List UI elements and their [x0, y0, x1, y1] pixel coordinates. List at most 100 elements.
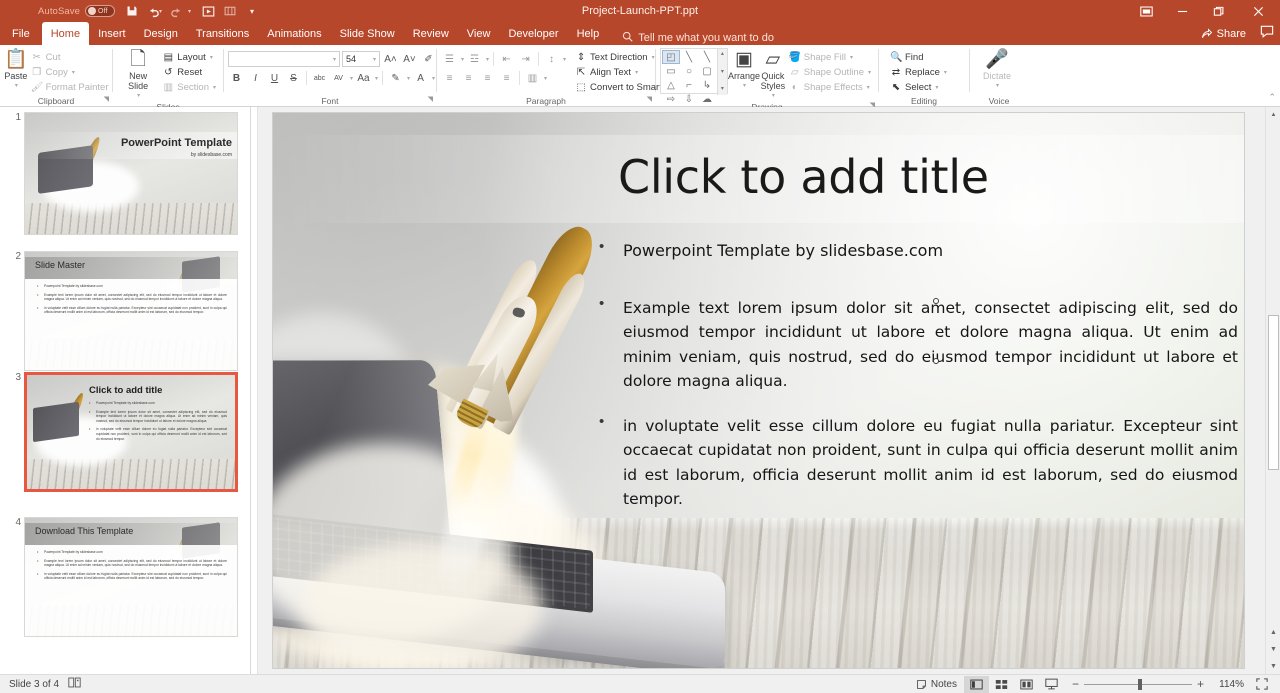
slide-body-placeholder[interactable]: Powerpoint Template by slidesbase.comExa… — [593, 239, 1238, 532]
chevron-down-icon[interactable]: ▾ — [743, 81, 746, 91]
change-case-icon[interactable]: Aa — [355, 70, 372, 86]
shapes-gallery-scroll[interactable]: ▴▾▾ — [717, 49, 727, 95]
tell-me-box[interactable]: Tell me what you want to do — [622, 31, 774, 45]
zoom-in-icon[interactable]: + — [1197, 677, 1204, 691]
slide-sorter-button[interactable] — [989, 676, 1014, 693]
cut-button[interactable]: ✂Cut — [28, 50, 112, 64]
chevron-down-icon[interactable]: ▾ — [486, 56, 489, 63]
tab-file[interactable]: File — [0, 22, 42, 45]
scroll-up-arrow[interactable]: ▲ — [1266, 107, 1280, 122]
slide-title-placeholder[interactable]: Click to add title — [618, 151, 1238, 203]
line-spacing-icon[interactable]: ↕ — [543, 51, 560, 67]
scrollbar-thumb[interactable] — [1268, 315, 1279, 470]
font-name-combobox[interactable]: ▾ — [228, 51, 340, 67]
dialog-launcher-icon[interactable]: ◥ — [104, 94, 109, 106]
chevron-down-icon[interactable]: ▾ — [461, 56, 464, 63]
new-button[interactable]: 🗋NewSlide▾ — [117, 48, 159, 101]
dialog-launcher-icon[interactable]: ◥ — [647, 94, 652, 106]
reading-view-button[interactable] — [1014, 676, 1039, 693]
tab-animations[interactable]: Animations — [258, 22, 330, 45]
tab-home[interactable]: Home — [42, 22, 89, 45]
chevron-down-icon[interactable]: ▾ — [333, 56, 336, 63]
shape-item[interactable]: ╲ — [698, 50, 716, 64]
shape-outline-button[interactable]: ▱Shape Outline▾ — [786, 65, 874, 79]
redo-dropdown-icon[interactable]: ▾ — [188, 8, 191, 15]
dictate-button[interactable]: 🎤Dictate▾ — [974, 48, 1020, 91]
gallery-scroll-arrow[interactable]: ▴ — [718, 49, 727, 60]
justify-icon[interactable]: ≡ — [498, 70, 515, 86]
paste-button[interactable]: 📋Paste▾ — [4, 48, 28, 91]
chevron-down-icon[interactable]: ▾ — [772, 91, 775, 101]
minimize-icon[interactable] — [1164, 0, 1200, 22]
decrease-font-size-icon[interactable]: A˅ — [401, 51, 418, 67]
chevron-down-icon[interactable]: ▾ — [652, 54, 655, 61]
reset-button[interactable]: ↺Reset — [159, 65, 219, 79]
slide-thumbnail-3[interactable]: Click to add title•Powerpoint Template b… — [24, 372, 238, 492]
chevron-down-icon[interactable]: ▾ — [868, 69, 871, 76]
align-right-icon[interactable]: ≡ — [479, 70, 496, 86]
chevron-down-icon[interactable]: ▾ — [432, 75, 435, 82]
zoom-level[interactable]: 114% — [1212, 679, 1244, 690]
comments-icon[interactable] — [1260, 25, 1274, 43]
close-icon[interactable] — [1236, 0, 1280, 22]
start-from-beginning-icon[interactable] — [197, 1, 219, 21]
text-highlight-color-icon[interactable]: ✎ — [387, 70, 404, 86]
font-size-combobox[interactable]: 54▾ — [342, 51, 380, 67]
redo-icon[interactable] — [164, 1, 186, 21]
next-slide-button[interactable]: ▼ — [1266, 642, 1280, 657]
present-online-icon[interactable] — [219, 1, 241, 21]
restore-icon[interactable] — [1200, 0, 1236, 22]
chevron-down-icon[interactable]: ▾ — [635, 69, 638, 76]
slide-thumbnail-panel[interactable]: 1PowerPoint Templateby slidesbase.com2Sl… — [0, 107, 250, 674]
tab-slideshow[interactable]: Slide Show — [331, 22, 404, 45]
font-color-icon[interactable]: A — [412, 70, 429, 86]
bold-icon[interactable]: B — [228, 70, 245, 86]
panel-divider[interactable] — [250, 107, 251, 674]
increase-indent-icon[interactable]: ⇥ — [517, 51, 534, 67]
chevron-down-icon[interactable]: ▾ — [210, 54, 213, 61]
accessibility-checker-icon[interactable] — [68, 677, 81, 691]
find-button[interactable]: 🔍Find — [887, 50, 950, 64]
slide-show-button[interactable] — [1039, 676, 1064, 693]
chevron-down-icon[interactable]: ▾ — [996, 81, 999, 91]
fit-slide-to-window-icon[interactable] — [1249, 676, 1274, 693]
slide-counter[interactable]: Slide 3 of 4 — [9, 679, 59, 690]
clear-formatting-icon[interactable]: ✐ — [420, 51, 437, 67]
increase-font-size-icon[interactable]: A˄ — [382, 51, 399, 67]
chevron-down-icon[interactable]: ▾ — [72, 69, 75, 76]
current-slide[interactable]: Click to add title Powerpoint Template b… — [272, 112, 1245, 669]
tab-review[interactable]: Review — [404, 22, 458, 45]
customize-qat-icon[interactable]: ▾ — [241, 1, 263, 21]
replace-button[interactable]: ⇄Replace▾ — [887, 65, 950, 79]
underline-icon[interactable]: U — [266, 70, 283, 86]
shape-item[interactable]: ╲ — [680, 50, 698, 64]
scroll-down-arrow[interactable]: ▼ — [1266, 659, 1280, 674]
slide-thumbnail-4[interactable]: Download This Template•Powerpoint Templa… — [24, 517, 238, 637]
zoom-slider[interactable] — [1084, 684, 1192, 685]
chevron-down-icon[interactable]: ▾ — [935, 84, 938, 91]
tab-view[interactable]: View — [458, 22, 500, 45]
tab-developer[interactable]: Developer — [499, 22, 567, 45]
chevron-down-icon[interactable]: ▾ — [944, 69, 947, 76]
format-painter-button[interactable]: 🖌Format Painter — [28, 80, 112, 94]
shape-effects-button[interactable]: ◐Shape Effects▾ — [786, 80, 874, 94]
section-button[interactable]: ▥Section▾ — [159, 80, 219, 94]
copy-button[interactable]: ❐Copy▾ — [28, 65, 112, 79]
quick-styles-button[interactable]: ▱QuickStyles▾ — [760, 48, 786, 101]
chevron-down-icon[interactable]: ▾ — [213, 84, 216, 91]
normal-view-button[interactable] — [964, 676, 989, 693]
align-left-icon[interactable]: ≡ — [441, 70, 458, 86]
bullets-icon[interactable]: ☰ — [441, 51, 458, 67]
tab-insert[interactable]: Insert — [89, 22, 135, 45]
shape-item[interactable]: △ — [662, 78, 680, 92]
zoom-slider-thumb[interactable] — [1138, 679, 1142, 690]
tab-transitions[interactable]: Transitions — [187, 22, 258, 45]
shapes-gallery[interactable]: ◰╲╲▭○▢△⌐↳⇨⇩☁⌇⌒⌒{}☆▴▾▾ — [660, 48, 728, 94]
undo-icon[interactable] — [143, 1, 165, 21]
decrease-indent-icon[interactable]: ⇤ — [498, 51, 515, 67]
shape-item[interactable]: ↳ — [698, 78, 716, 92]
chevron-down-icon[interactable]: ▾ — [375, 75, 378, 82]
italic-icon[interactable]: I — [247, 70, 264, 86]
selection-handle[interactable] — [933, 298, 939, 304]
chevron-down-icon[interactable]: ▾ — [137, 91, 140, 101]
